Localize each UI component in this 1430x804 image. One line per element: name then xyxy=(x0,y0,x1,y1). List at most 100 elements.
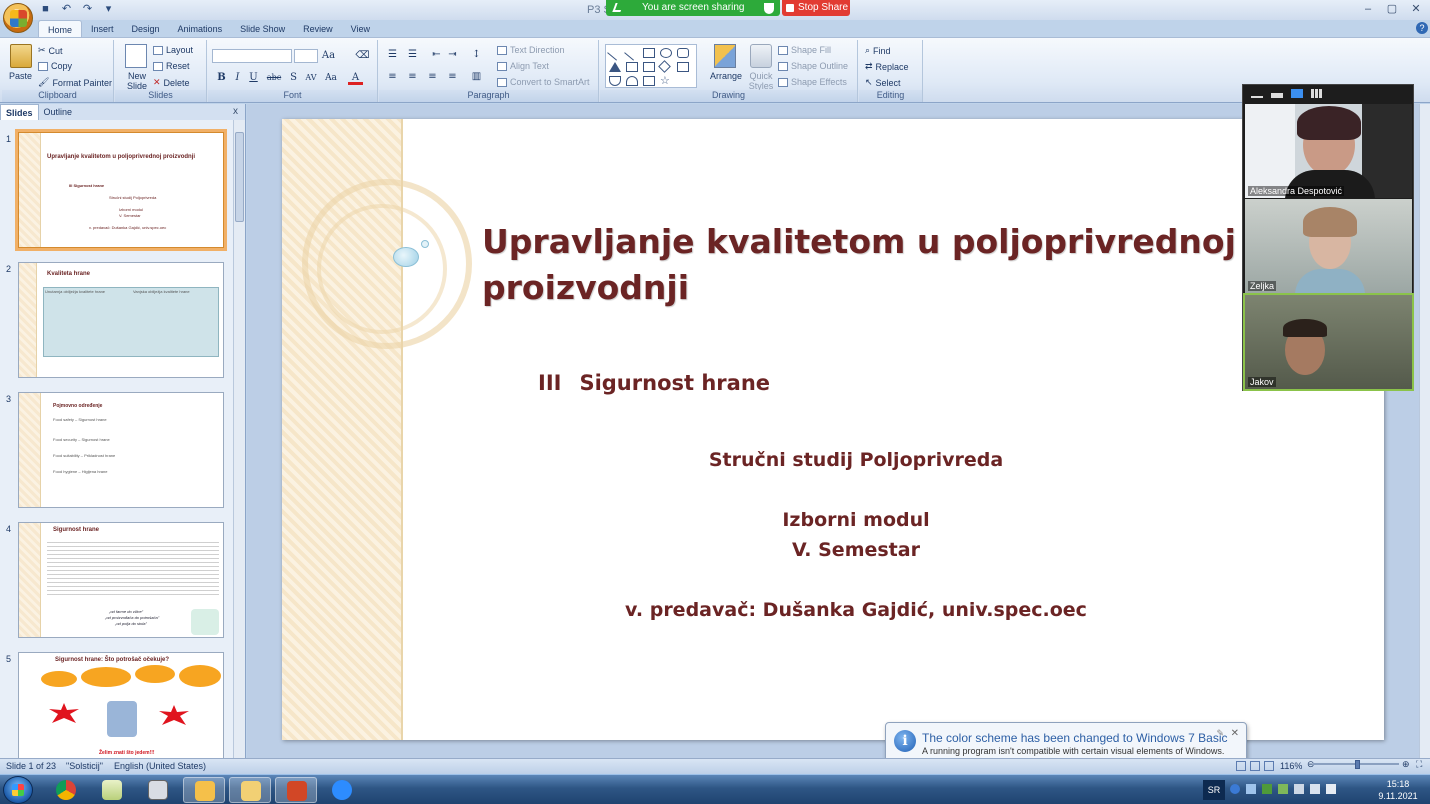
zoom-in-icon[interactable]: ⊕ xyxy=(1402,759,1410,770)
character-spacing-button[interactable]: AV xyxy=(302,71,320,85)
pane-scroll-thumb[interactable] xyxy=(235,132,244,222)
connector-shape-icon[interactable] xyxy=(626,62,638,72)
slide-canvas[interactable]: Upravljanje kvalitetom u poljoprivrednoj… xyxy=(282,119,1384,740)
start-button[interactable] xyxy=(3,776,33,804)
tab-slide-show[interactable]: Slide Show xyxy=(231,20,294,38)
slide-thumbnail-2[interactable]: Kvaliteta hrane Unutarnja obilježja kval… xyxy=(18,262,224,378)
taskbar-files[interactable] xyxy=(229,777,271,803)
taskbar-powerpoint[interactable] xyxy=(275,777,317,803)
shape-fill-button[interactable]: Shape Fill xyxy=(778,45,831,55)
shape-effects-button[interactable]: Shape Effects xyxy=(778,77,847,87)
editor-scrollbar[interactable] xyxy=(1419,104,1430,758)
zoom-tray-icon[interactable] xyxy=(1246,784,1256,794)
sorter-view-icon[interactable] xyxy=(1250,761,1260,771)
convert-smartart-button[interactable]: Convert to SmartArt xyxy=(497,77,590,87)
align-text-button[interactable]: Align Text xyxy=(497,61,549,71)
block-arrow-shape-icon[interactable] xyxy=(643,62,655,72)
save-icon[interactable]: ■ xyxy=(38,2,53,17)
minimize-video-icon[interactable] xyxy=(1251,89,1263,98)
slide-lecturer-line[interactable]: v. predavač: Dušanka Gajdić, univ.spec.o… xyxy=(482,599,1230,621)
screen-sharing-indicator[interactable]: You are screen sharing xyxy=(606,0,780,16)
decrease-indent-icon[interactable]: ⇤ xyxy=(429,48,444,62)
speaker-view-icon[interactable] xyxy=(1291,89,1303,98)
video-tile[interactable]: Aleksandra Despotović xyxy=(1245,104,1412,198)
taskbar-explorer[interactable] xyxy=(91,777,133,803)
find-button[interactable]: ⌕ Find xyxy=(865,45,891,56)
zoom-level[interactable]: 116% xyxy=(1280,761,1302,771)
shapes-gallery[interactable]: ☆ xyxy=(605,44,697,88)
star-shape-icon[interactable]: ☆ xyxy=(660,76,672,87)
volume-icon[interactable] xyxy=(1326,784,1336,794)
rounded-rect-shape-icon[interactable] xyxy=(677,48,689,58)
language-button[interactable]: SR xyxy=(1203,780,1225,800)
taskbar-calculator[interactable] xyxy=(137,777,179,803)
update-icon[interactable] xyxy=(1278,784,1288,794)
flowchart-shape-icon[interactable] xyxy=(677,62,689,72)
network-icon[interactable] xyxy=(1294,784,1304,794)
security-icon[interactable] xyxy=(1262,784,1272,794)
underline-button[interactable]: U xyxy=(246,71,261,85)
strikethrough-button[interactable]: abc xyxy=(264,71,284,85)
tab-insert[interactable]: Insert xyxy=(82,20,123,38)
layout-button[interactable]: Layout xyxy=(153,45,193,55)
paste-button[interactable]: Paste xyxy=(9,71,32,81)
rectangle-shape-icon[interactable] xyxy=(643,48,655,58)
tab-slides[interactable]: Slides xyxy=(0,104,39,120)
triangle-shape-icon[interactable] xyxy=(609,62,621,72)
zoom-slider-knob[interactable] xyxy=(1355,760,1360,769)
shadow-button[interactable]: S xyxy=(286,71,301,85)
quick-styles-button[interactable]: Quick Styles xyxy=(744,71,778,91)
bullets-icon[interactable]: ☰ xyxy=(385,48,400,62)
delete-button[interactable]: ✕ Delete xyxy=(153,77,190,88)
zoom-video-panel[interactable]: Aleksandra Despotović Zeljka Jakov xyxy=(1242,84,1414,391)
diamond-shape-icon[interactable] xyxy=(658,60,671,73)
taskbar-app[interactable] xyxy=(183,777,225,803)
text-direction-button[interactable]: Text Direction xyxy=(497,45,565,55)
line-spacing-icon[interactable]: ↕ xyxy=(469,48,484,62)
slide-title[interactable]: Upravljanje kvalitetom u poljoprivrednoj… xyxy=(482,219,1242,311)
brace-shape-icon[interactable] xyxy=(643,76,655,86)
format-painter-button[interactable]: 🖌 Format Painter xyxy=(38,77,112,88)
grow-font-button[interactable]: Aa xyxy=(321,49,336,63)
slide-semester-line[interactable]: V. Semestar xyxy=(482,539,1230,561)
slide-thumbnail-1[interactable]: Upravljanje kvalitetom u poljoprivrednoj… xyxy=(15,129,227,251)
customize-qat-icon[interactable]: ▾ xyxy=(101,2,116,17)
close-button[interactable]: ✕ xyxy=(1404,1,1428,17)
oval-shape-icon[interactable] xyxy=(660,48,672,58)
bluetooth-icon[interactable] xyxy=(1230,784,1240,794)
arc-shape-icon[interactable] xyxy=(626,76,638,86)
tab-animations[interactable]: Animations xyxy=(169,20,232,38)
fit-window-icon[interactable]: ⛶ xyxy=(1416,759,1422,770)
columns-icon[interactable]: ▥ xyxy=(469,70,484,84)
office-button[interactable] xyxy=(3,3,33,33)
gallery-view-icon[interactable] xyxy=(1311,89,1323,98)
taskbar-chrome[interactable] xyxy=(45,777,87,803)
slide-study-line[interactable]: Stručni studij Poljoprivreda xyxy=(482,449,1230,471)
clock[interactable]: 15:18 9.11.2021 xyxy=(1369,778,1427,802)
clear-formatting-icon[interactable]: ⌫ xyxy=(355,49,370,63)
minimize-button[interactable]: – xyxy=(1356,1,1380,17)
close-pane-icon[interactable]: x xyxy=(233,106,238,117)
undo-icon[interactable]: ↶ xyxy=(59,2,74,17)
pin-icon[interactable]: ✎ xyxy=(1216,728,1224,739)
change-case-button[interactable]: Aa xyxy=(322,71,340,85)
font-color-button[interactable]: A xyxy=(348,71,363,85)
tab-design[interactable]: Design xyxy=(123,20,169,38)
select-button[interactable]: ↖ Select xyxy=(865,77,901,88)
hide-video-icon[interactable] xyxy=(1271,93,1283,98)
tab-review[interactable]: Review xyxy=(294,20,342,38)
align-right-icon[interactable]: ≡ xyxy=(425,70,440,84)
increase-indent-icon[interactable]: ⇥ xyxy=(445,48,460,62)
language-indicator[interactable]: English (United States) xyxy=(114,761,206,771)
tab-view[interactable]: View xyxy=(342,20,379,38)
thumbnail-list[interactable]: 1 Upravljanje kvalitetom u poljoprivredn… xyxy=(0,120,233,760)
align-left-icon[interactable]: ≡ xyxy=(385,70,400,84)
slide-module-line[interactable]: Izborni modul xyxy=(482,509,1230,531)
font-size-select[interactable] xyxy=(294,49,318,63)
copy-button[interactable]: Copy xyxy=(38,61,72,71)
line-shape-icon[interactable] xyxy=(607,45,623,61)
replace-button[interactable]: ⇄ Replace xyxy=(865,61,909,72)
new-slide-button[interactable]: New Slide xyxy=(120,71,154,91)
justify-icon[interactable]: ≡ xyxy=(445,70,460,84)
arrow-shape-icon[interactable] xyxy=(624,45,640,61)
